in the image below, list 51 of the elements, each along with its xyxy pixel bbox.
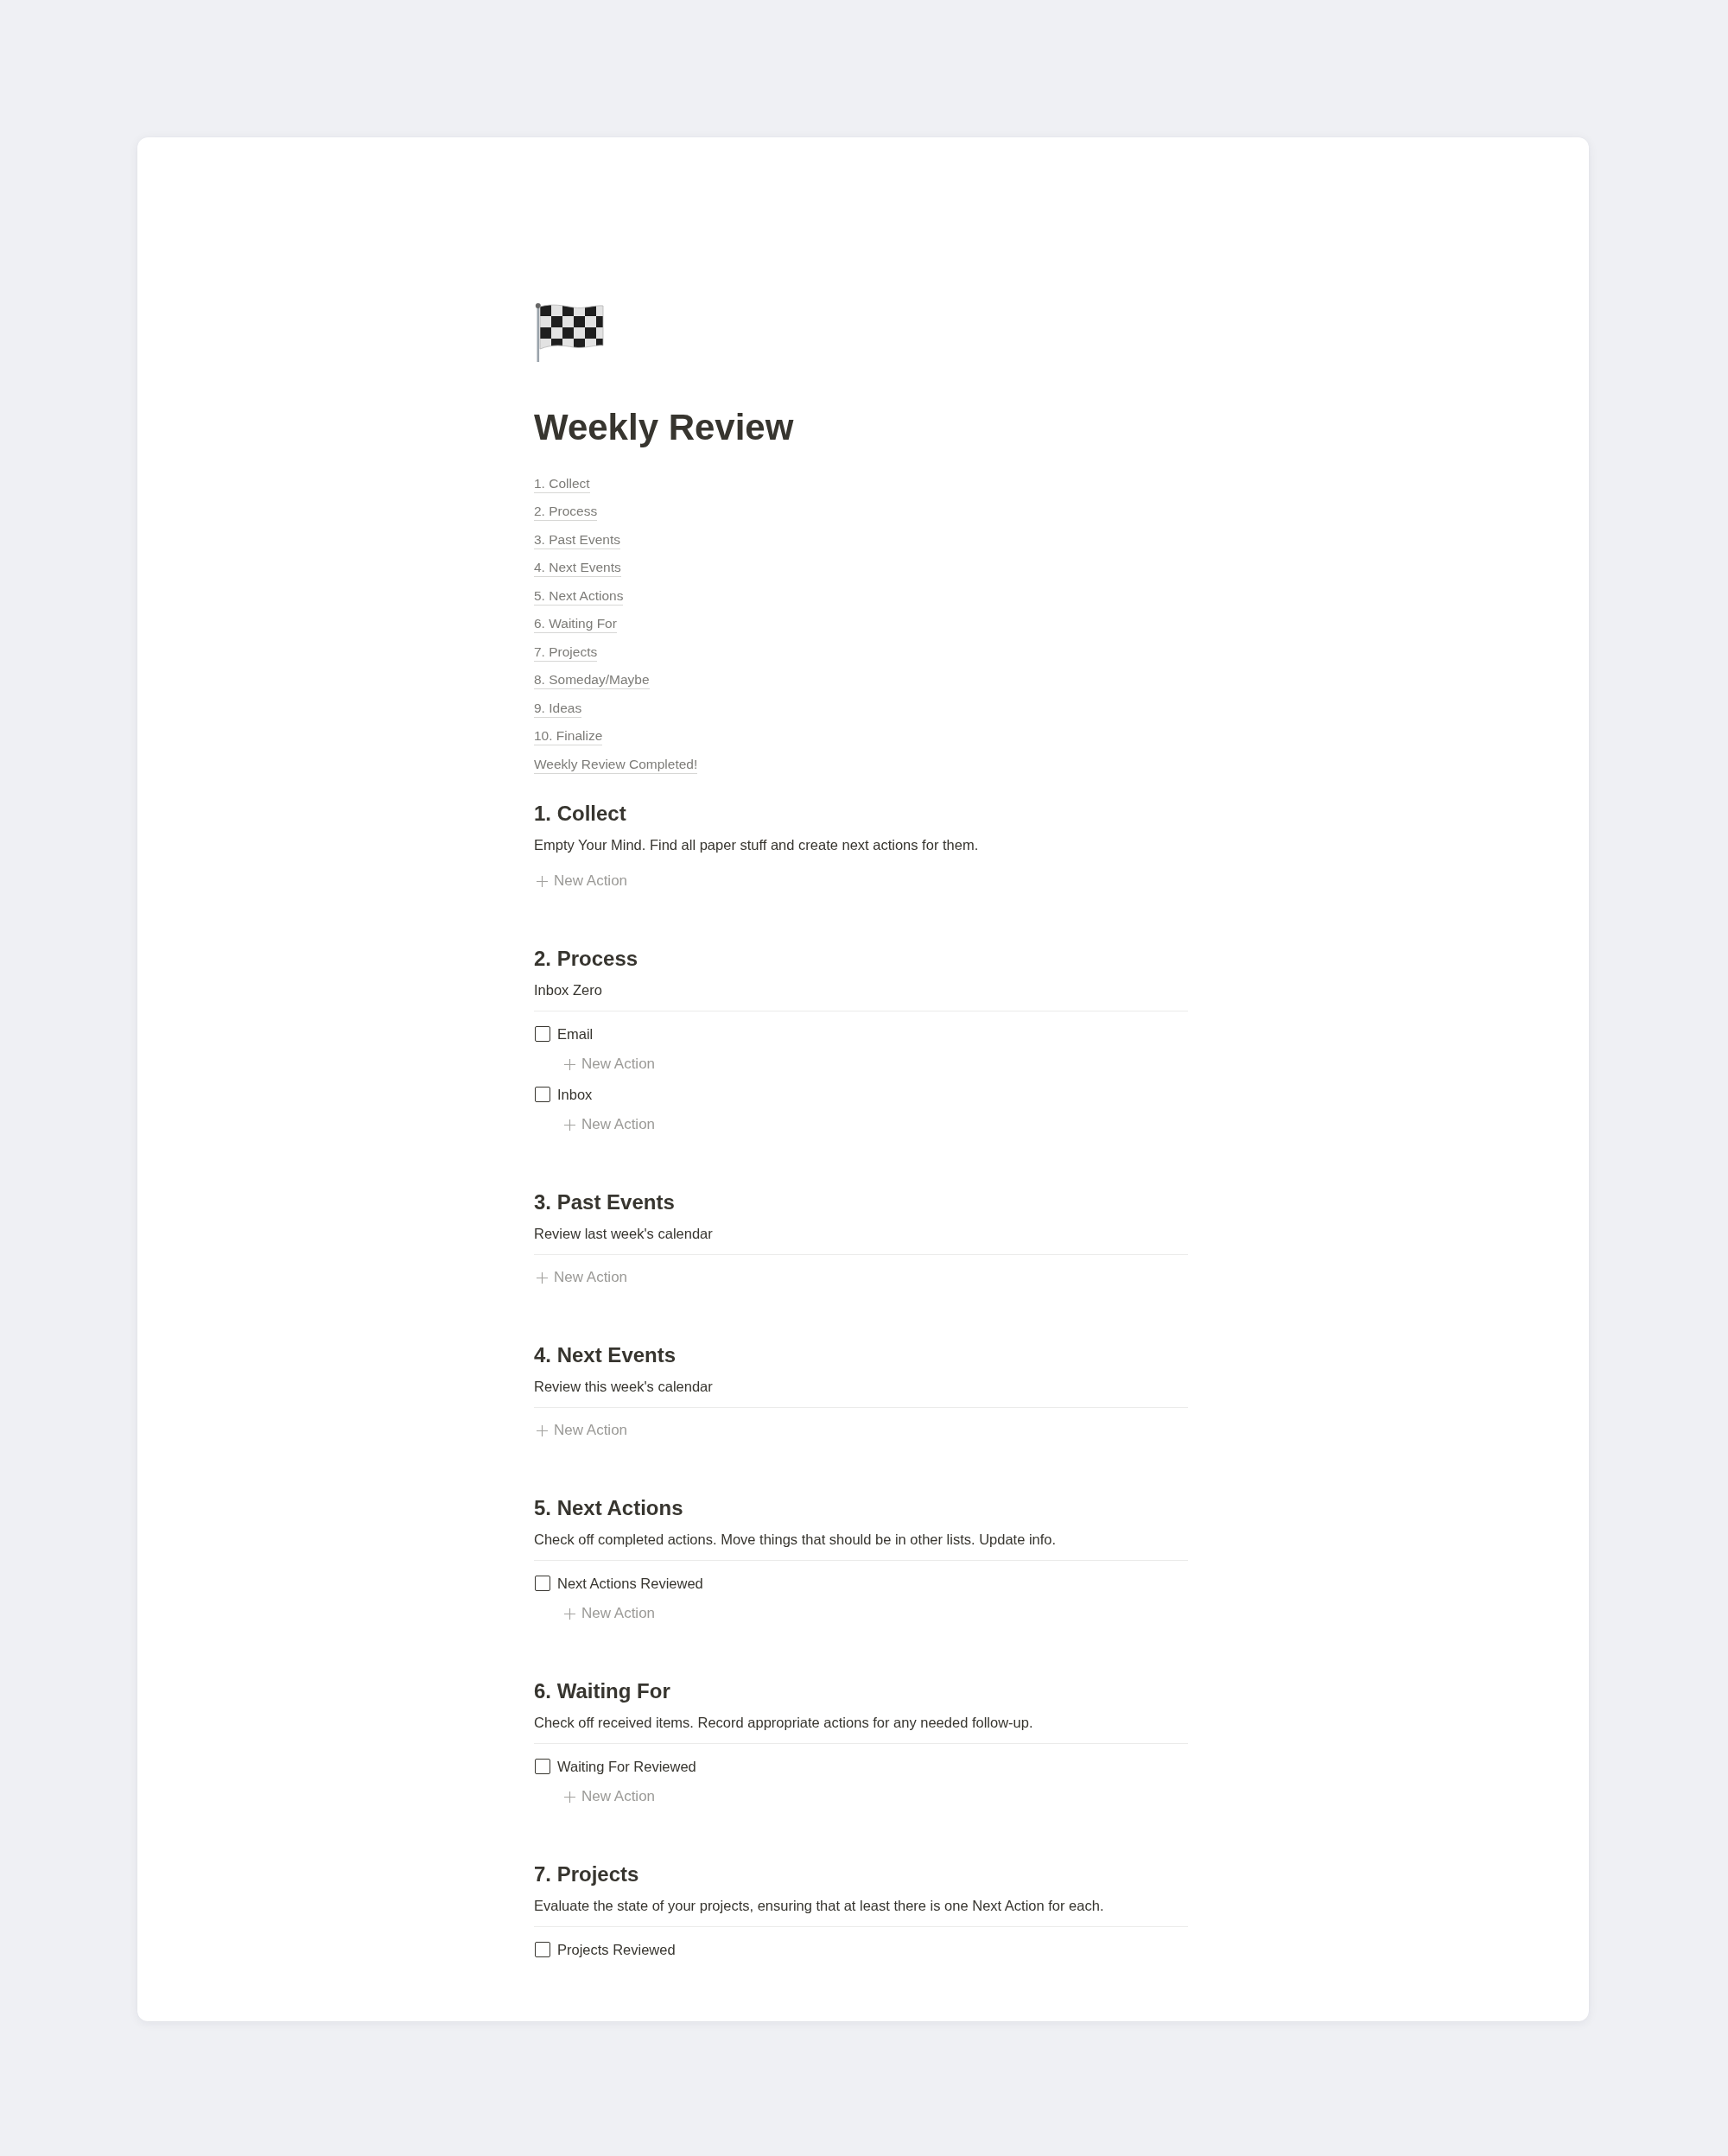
- task-label: Inbox: [557, 1086, 593, 1104]
- table-of-contents-link[interactable]: 4. Next Events: [534, 559, 621, 578]
- section-description: Check off completed actions. Move things that should be in other lists. Update info.: [534, 1530, 1058, 1549]
- section-description: Empty Your Mind. Find all paper stuff and create next actions for them.: [534, 835, 980, 854]
- plus-icon: [537, 875, 548, 887]
- section-description: Inbox Zero: [534, 980, 603, 999]
- new-action-button[interactable]: New Action: [562, 1113, 658, 1136]
- table-of-contents-link[interactable]: 3. Past Events: [534, 530, 620, 549]
- new-action-button[interactable]: New Action: [535, 1419, 631, 1442]
- plus-icon: [537, 1424, 548, 1436]
- section-description: Evaluate the state of your projects, ensuring that at least there is one Next Action for each.: [534, 1896, 1105, 1915]
- plus-icon: [564, 1607, 575, 1620]
- section-heading: 7. Projects: [534, 1861, 640, 1887]
- task-label: Waiting For Reviewed: [557, 1758, 696, 1776]
- plus-icon: [564, 1058, 575, 1070]
- checkered-flag-icon: [534, 302, 605, 363]
- table-of-contents-link[interactable]: 5. Next Actions: [534, 587, 624, 606]
- table-of-contents-link[interactable]: 2. Process: [534, 503, 598, 522]
- section-heading: 4. Next Events: [534, 1341, 677, 1368]
- checkbox[interactable]: [535, 1942, 550, 1957]
- section-heading: 2. Process: [534, 945, 639, 972]
- checkbox[interactable]: [535, 1576, 550, 1591]
- page-title: Weekly Review: [534, 406, 795, 449]
- table-of-contents-link[interactable]: 7. Projects: [534, 643, 598, 662]
- table-of-contents-link[interactable]: 9. Ideas: [534, 699, 582, 718]
- plus-icon: [564, 1119, 575, 1131]
- table-of-contents-link[interactable]: 6. Waiting For: [534, 615, 617, 634]
- table-of-contents-link[interactable]: 8. Someday/Maybe: [534, 671, 650, 690]
- new-action-button[interactable]: New Action: [562, 1053, 658, 1075]
- task-label: Projects Reviewed: [557, 1941, 676, 1959]
- checkbox[interactable]: [535, 1026, 550, 1042]
- section-heading: 3. Past Events: [534, 1189, 676, 1215]
- plus-icon: [564, 1791, 575, 1803]
- new-action-button[interactable]: New Action: [535, 1266, 631, 1289]
- section-description: Review last week's calendar: [534, 1224, 714, 1243]
- section-description: Check off received items. Record appropriate actions for any needed follow-up.: [534, 1713, 1034, 1732]
- checkbox[interactable]: [535, 1759, 550, 1774]
- new-action-button[interactable]: New Action: [535, 870, 631, 892]
- section-heading: 5. Next Actions: [534, 1494, 684, 1521]
- new-action-button[interactable]: New Action: [562, 1602, 658, 1625]
- new-action-button[interactable]: New Action: [562, 1785, 658, 1808]
- section-heading: 6. Waiting For: [534, 1677, 671, 1704]
- table-of-contents-link[interactable]: 10. Finalize: [534, 727, 603, 746]
- task-label: Email: [557, 1025, 594, 1043]
- plus-icon: [537, 1271, 548, 1284]
- table-of-contents-link[interactable]: Weekly Review Completed!: [534, 755, 698, 774]
- checkbox[interactable]: [535, 1087, 550, 1102]
- section-description: Review this week's calendar: [534, 1377, 714, 1396]
- section-heading: 1. Collect: [534, 800, 627, 827]
- table-of-contents-link[interactable]: 1. Collect: [534, 474, 590, 493]
- task-label: Next Actions Reviewed: [557, 1575, 703, 1593]
